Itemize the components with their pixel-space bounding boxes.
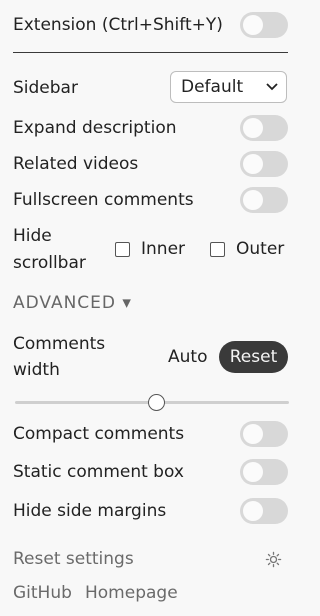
github-link[interactable]: GitHub	[13, 580, 72, 606]
toggle-knob	[243, 462, 263, 482]
hide-scrollbar-label-line1: Hide	[13, 226, 52, 246]
sidebar-select-value: Default	[181, 77, 244, 97]
compact-comments-toggle[interactable]	[240, 421, 288, 447]
fullscreen-comments-toggle[interactable]	[240, 187, 288, 213]
outer-checkbox[interactable]	[210, 242, 225, 257]
hide-side-margins-toggle[interactable]	[240, 498, 288, 524]
toggle-knob	[243, 501, 263, 521]
inner-checkbox[interactable]	[115, 242, 130, 257]
advanced-section-toggle[interactable]: ADVANCED ▾	[13, 290, 132, 316]
toggle-knob	[243, 15, 263, 35]
sidebar-select[interactable]: Default	[170, 71, 287, 103]
expand-description-toggle[interactable]	[240, 115, 288, 141]
comments-width-label-line2: width	[13, 360, 60, 380]
related-videos-toggle[interactable]	[240, 151, 288, 177]
fullscreen-comments-label: Fullscreen comments	[13, 190, 194, 210]
hide-side-margins-label: Hide side margins	[13, 501, 167, 521]
hide-scrollbar-label-line2: scrollbar	[13, 253, 86, 273]
related-videos-label: Related videos	[13, 154, 139, 174]
toggle-knob	[243, 424, 263, 444]
static-comment-box-label: Static comment box	[13, 462, 184, 482]
static-comment-box-toggle[interactable]	[240, 459, 288, 485]
homepage-link[interactable]: Homepage	[85, 580, 178, 606]
divider	[13, 52, 288, 53]
comments-width-reset-button[interactable]: Reset	[219, 341, 288, 373]
compact-comments-label: Compact comments	[13, 424, 185, 444]
extension-toggle[interactable]	[240, 12, 288, 38]
toggle-knob	[243, 118, 263, 138]
comments-width-slider-thumb[interactable]	[148, 394, 165, 411]
reset-settings-link[interactable]: Reset settings	[13, 546, 134, 572]
sidebar-label: Sidebar	[13, 78, 78, 98]
chevron-down-icon	[266, 83, 278, 91]
inner-checkbox-label[interactable]: Inner	[141, 236, 185, 262]
outer-checkbox-label[interactable]: Outer	[236, 236, 284, 262]
expand-description-label: Expand description	[13, 118, 177, 138]
toggle-knob	[243, 154, 263, 174]
comments-width-label-line1: Comments	[13, 334, 106, 354]
sun-icon[interactable]	[265, 551, 282, 568]
toggle-knob	[243, 190, 263, 210]
extension-label: Extension (Ctrl+Shift+Y)	[13, 15, 223, 35]
comments-width-value: Auto	[168, 347, 208, 367]
